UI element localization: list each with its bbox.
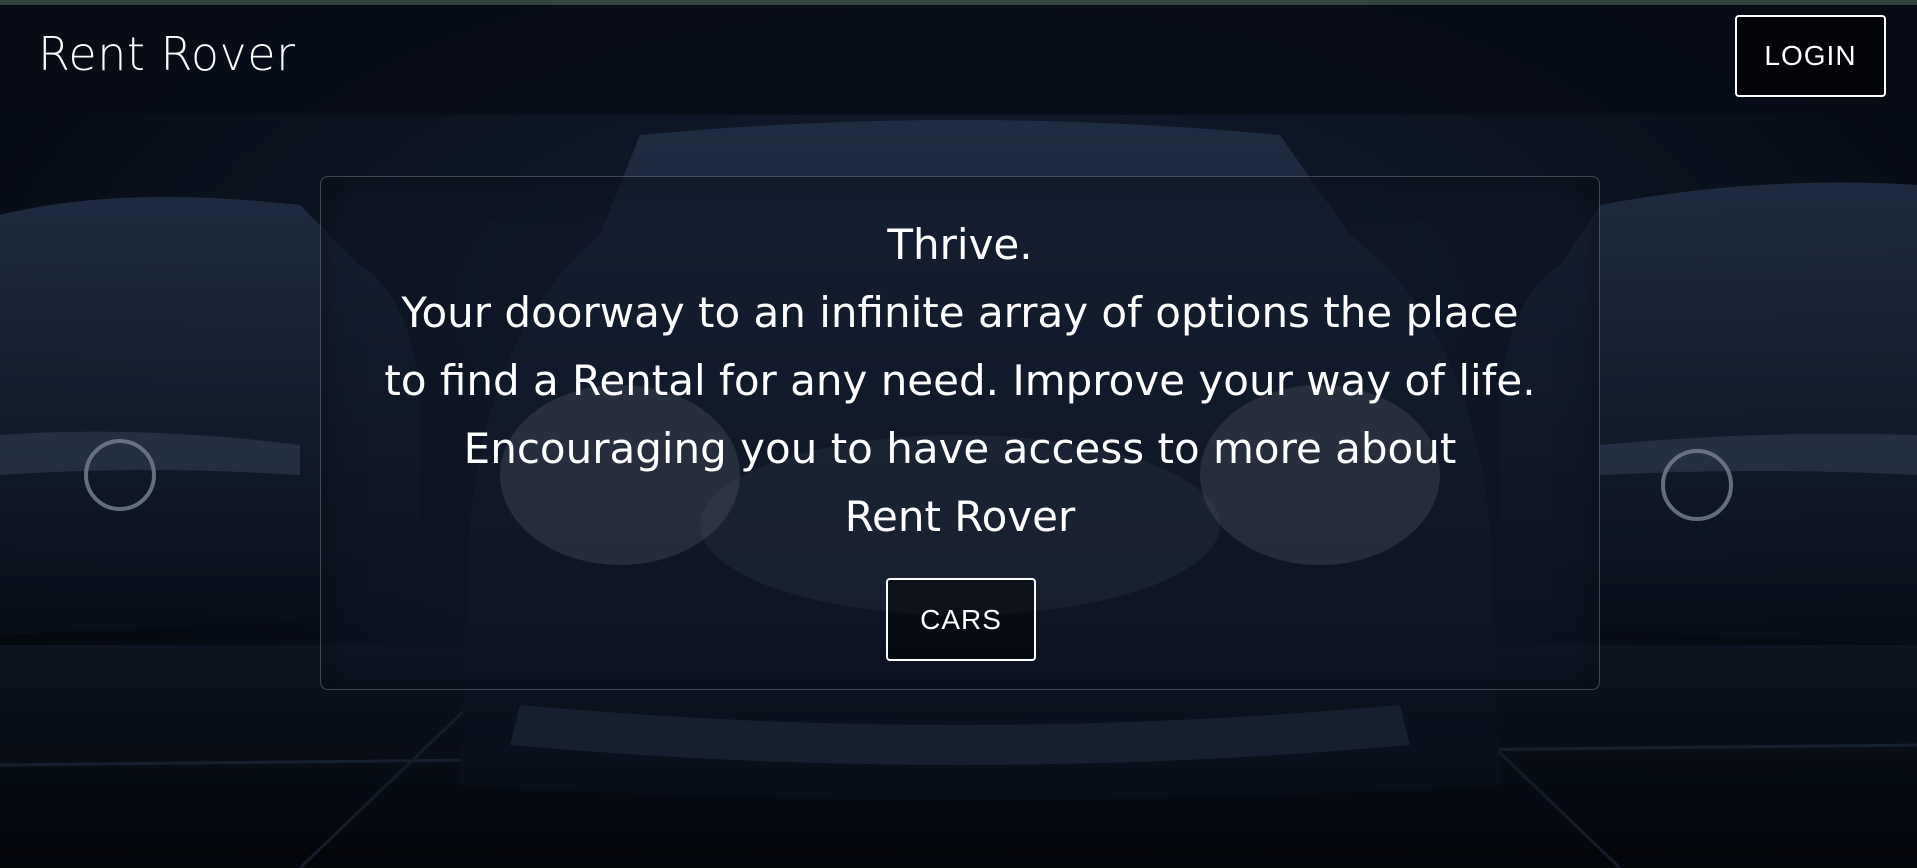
hero-card: Thrive. Your doorway to an infinite arra… (320, 176, 1600, 690)
cars-button[interactable]: CARS (886, 578, 1036, 661)
hero-brand-line: Rent Rover (844, 492, 1076, 541)
hero-line: to find a Rental for any need. Improve y… (384, 356, 1536, 405)
landing-page: Rent Rover LOGIN Thrive. Your doorway to… (0, 0, 1917, 868)
navbar: Rent Rover LOGIN (0, 5, 1917, 105)
hero-heading: Thrive. (887, 220, 1033, 269)
hero-line: Your doorway to an infinite array of opt… (401, 288, 1519, 337)
hero-line: Encouraging you to have access to more a… (463, 424, 1457, 473)
hero-text: Thrive. Your doorway to an infinite arra… (321, 211, 1599, 551)
brand-logo[interactable]: Rent Rover (38, 27, 295, 81)
login-button[interactable]: LOGIN (1735, 15, 1886, 97)
